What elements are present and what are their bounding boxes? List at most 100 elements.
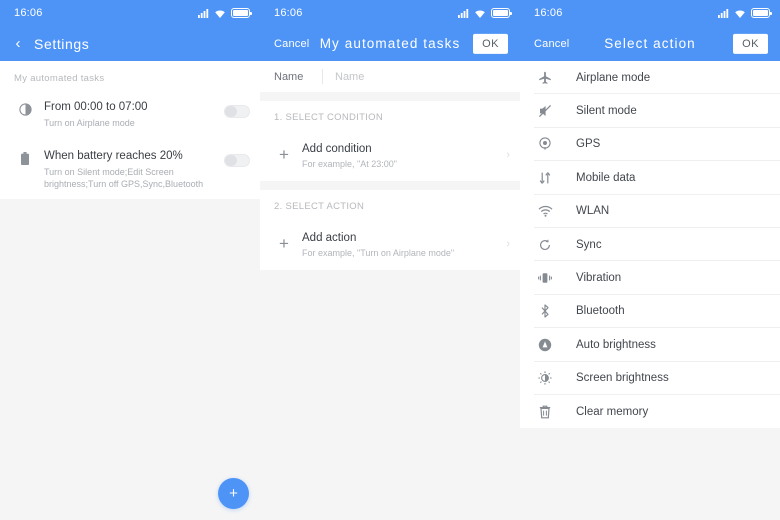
add-action-title: Add action: [302, 232, 356, 244]
app-bar-edit-task: Cancel My automated tasks OK: [260, 26, 520, 61]
action-label: Bluetooth: [556, 305, 625, 317]
cancel-button[interactable]: Cancel: [274, 38, 309, 50]
add-action-subtitle: For example, "Turn on Airplane mode": [302, 247, 496, 259]
action-label: Mobile data: [556, 172, 635, 184]
three-panel-screenshot: 16:06 ‹ Settings My automated tasks: [0, 0, 780, 520]
add-condition-subtitle: For example, "At 23:00": [302, 158, 496, 170]
page-title: Settings: [34, 36, 89, 52]
silent-mode-icon: [534, 104, 556, 118]
action-item-silent-mode[interactable]: Silent mode: [520, 94, 780, 127]
panel-edit-task: 16:06 Cancel My automated tasks OK Name …: [260, 0, 520, 520]
clear-memory-icon: [534, 405, 556, 419]
sync-icon: [534, 238, 556, 252]
chevron-right-icon: ›: [496, 149, 510, 161]
action-label: WLAN: [556, 205, 609, 217]
task-title: When battery reaches 20%: [44, 150, 183, 162]
battery-icon: [231, 8, 250, 18]
settings-card: My automated tasks From 00:00 to 07:00 T…: [0, 61, 260, 199]
screen-brightness-icon: [534, 371, 556, 385]
chevron-left-icon[interactable]: ‹: [10, 36, 26, 51]
action-item-sync[interactable]: Sync: [520, 228, 780, 261]
status-icons: [198, 8, 250, 18]
action-item-vibration[interactable]: Vibration: [520, 261, 780, 294]
task-row[interactable]: When battery reaches 20% Turn on Silent …: [0, 138, 260, 199]
cancel-button[interactable]: Cancel: [534, 38, 569, 50]
section-label-my-tasks: My automated tasks: [0, 61, 260, 89]
task-subtitle: Turn on Silent mode;Edit Screen brightne…: [44, 166, 218, 190]
chevron-right-icon: ›: [496, 238, 510, 250]
action-item-clear-memory[interactable]: Clear memory: [520, 395, 780, 428]
action-item-mobile-data[interactable]: Mobile data: [520, 161, 780, 194]
signal-icon: [458, 9, 469, 18]
add-action-text: Add action For example, "Turn on Airplan…: [294, 228, 496, 259]
plus-icon: +: [274, 235, 294, 252]
battery-icon: [491, 8, 510, 18]
section-label-select-action: 2. SELECT ACTION: [260, 190, 520, 219]
battery-icon: [751, 8, 770, 18]
status-bar: 16:06: [260, 0, 520, 26]
select-action-card: 2. SELECT ACTION + Add action For exampl…: [260, 190, 520, 270]
ok-button[interactable]: OK: [733, 33, 768, 53]
section-label-select-condition: 1. SELECT CONDITION: [260, 101, 520, 130]
action-item-auto-brightness[interactable]: Auto brightness: [520, 328, 780, 361]
add-condition-row[interactable]: + Add condition For example, "At 23:00" …: [260, 130, 520, 181]
action-label: GPS: [556, 138, 600, 150]
action-label: Vibration: [556, 272, 621, 284]
app-bar-select-action: Cancel Select action OK: [520, 26, 780, 61]
add-condition-text: Add condition For example, "At 23:00": [294, 139, 496, 170]
name-input[interactable]: Name: [335, 71, 364, 83]
action-label: Sync: [556, 239, 602, 251]
status-time: 16:06: [274, 7, 303, 19]
wifi-icon: [474, 9, 486, 18]
status-icons: [718, 8, 770, 18]
action-label: Airplane mode: [556, 72, 650, 84]
name-field-row[interactable]: Name Name: [260, 61, 520, 92]
mobile-data-icon: [534, 171, 556, 185]
signal-icon: [718, 9, 729, 18]
status-bar: 16:06: [520, 0, 780, 26]
app-bar-settings: ‹ Settings: [0, 26, 260, 61]
field-divider: [322, 69, 323, 84]
gps-icon: [534, 137, 556, 151]
section-gap: [260, 181, 520, 190]
panel-settings: 16:06 ‹ Settings My automated tasks: [0, 0, 260, 520]
task-toggle[interactable]: [224, 105, 250, 118]
task-title: From 00:00 to 07:00: [44, 101, 148, 113]
add-action-row[interactable]: + Add action For example, "Turn on Airpl…: [260, 219, 520, 270]
name-field-label: Name: [274, 71, 318, 83]
battery-icon: [14, 144, 36, 166]
vibration-icon: [534, 271, 556, 285]
wifi-icon: [734, 9, 746, 18]
airplane-icon: [534, 71, 556, 85]
bluetooth-icon: [534, 304, 556, 318]
status-bar: 16:06: [0, 0, 260, 26]
task-text: From 00:00 to 07:00 Turn on Airplane mod…: [36, 95, 218, 129]
action-item-wlan[interactable]: WLAN: [520, 195, 780, 228]
status-time: 16:06: [534, 7, 563, 19]
plus-icon: +: [274, 146, 294, 163]
add-task-fab[interactable]: +: [218, 478, 249, 509]
wifi-icon: [214, 9, 226, 18]
action-label: Silent mode: [556, 105, 637, 117]
ok-button[interactable]: OK: [473, 33, 508, 53]
panel-select-action: 16:06 Cancel Select action OK Air: [520, 0, 780, 520]
action-item-screen-brightness[interactable]: Screen brightness: [520, 362, 780, 395]
action-label: Screen brightness: [556, 372, 669, 384]
task-row[interactable]: From 00:00 to 07:00 Turn on Airplane mod…: [0, 89, 260, 138]
signal-icon: [198, 9, 209, 18]
select-condition-card: 1. SELECT CONDITION + Add condition For …: [260, 101, 520, 181]
action-label: Clear memory: [556, 406, 648, 418]
wlan-icon: [534, 205, 556, 217]
status-time: 16:06: [14, 7, 43, 19]
auto-brightness-icon: [534, 338, 556, 352]
clock-half-icon: [14, 95, 36, 116]
action-label: Auto brightness: [556, 339, 656, 351]
action-item-bluetooth[interactable]: Bluetooth: [520, 295, 780, 328]
add-condition-title: Add condition: [302, 143, 372, 155]
action-item-gps[interactable]: GPS: [520, 128, 780, 161]
action-item-airplane-mode[interactable]: Airplane mode: [520, 61, 780, 94]
task-text: When battery reaches 20% Turn on Silent …: [36, 144, 218, 190]
status-icons: [458, 8, 510, 18]
action-list: Airplane mode Silent mode GPS Mobile dat…: [520, 61, 780, 428]
task-toggle[interactable]: [224, 154, 250, 167]
